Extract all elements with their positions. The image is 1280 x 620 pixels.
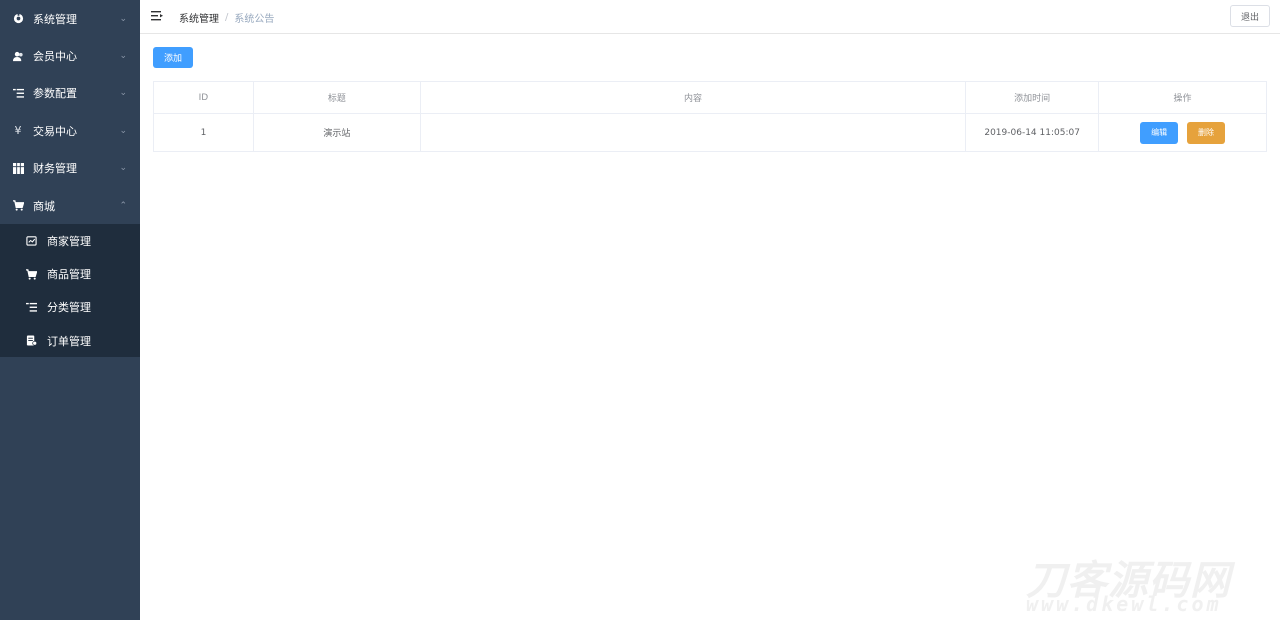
submenu-mall: 商家管理 商品管理 分类管理 订单管理 — [0, 224, 140, 358]
cell-actions: 编辑 删除 — [1098, 113, 1267, 152]
column-header-content: 内容 — [419, 81, 967, 114]
table-row: 1 演示站 2019-06-14 11:05:07 编辑 删除 — [153, 113, 1267, 152]
chevron-down-icon: ⌄ — [119, 51, 127, 62]
table-header-row: ID 标题 内容 添加时间 操作 — [153, 81, 1267, 114]
sidebar-item-label: 商品管理 — [47, 268, 91, 282]
cell-time: 2019-06-14 11:05:07 — [965, 113, 1100, 152]
chevron-down-icon: ⌄ — [119, 88, 127, 99]
cell-id: 1 — [153, 113, 254, 152]
sidebar: 系统管理 ⌄ 会员中心 ⌄ 参数配置 ⌄ ¥ 交易中心 ⌄ 财务管理 ⌄ 商城 … — [0, 0, 140, 620]
sidebar-item-products[interactable]: 商品管理 — [0, 258, 140, 291]
sidebar-item-trade[interactable]: ¥ 交易中心 ⌄ — [0, 112, 140, 149]
cell-content — [419, 113, 967, 152]
sidebar-item-params[interactable]: 参数配置 ⌄ — [0, 75, 140, 112]
shop-icon — [25, 235, 37, 247]
sidebar-item-label: 分类管理 — [47, 301, 91, 315]
cell-title: 演示站 — [252, 113, 421, 152]
column-header-actions: 操作 — [1098, 81, 1267, 114]
chevron-down-icon: ⌄ — [119, 13, 127, 24]
cart-icon — [25, 268, 37, 280]
yen-icon: ¥ — [14, 124, 22, 138]
menu-toggle-icon[interactable] — [151, 10, 163, 22]
announcement-table: ID 标题 内容 添加时间 操作 1 演示站 2019-06-14 11:05:… — [153, 81, 1267, 152]
sidebar-item-merchants[interactable]: 商家管理 — [0, 224, 140, 257]
sidebar-item-categories[interactable]: 分类管理 — [0, 291, 140, 324]
sidebar-item-mall[interactable]: 商城 ⌃ — [0, 187, 140, 224]
sidebar-item-system[interactable]: 系统管理 ⌄ — [0, 0, 140, 37]
chevron-up-icon: ⌃ — [119, 200, 127, 211]
gear-icon — [12, 13, 24, 25]
breadcrumb: 系统管理 / 系统公告 — [179, 10, 274, 25]
grid-icon — [12, 162, 24, 174]
breadcrumb-item-system[interactable]: 系统管理 — [179, 10, 219, 25]
sidebar-item-label: 商家管理 — [47, 234, 91, 248]
sidebar-item-label: 参数配置 — [33, 87, 77, 101]
chevron-down-icon: ⌄ — [119, 163, 127, 174]
column-header-time: 添加时间 — [965, 81, 1100, 114]
column-header-title: 标题 — [252, 81, 421, 114]
sidebar-item-label: 商城 — [33, 199, 55, 213]
sidebar-item-label: 会员中心 — [33, 50, 77, 64]
sidebar-item-members[interactable]: 会员中心 ⌄ — [0, 37, 140, 74]
sidebar-item-label: 财务管理 — [33, 162, 77, 176]
sidebar-item-finance[interactable]: 财务管理 ⌄ — [0, 150, 140, 187]
add-button[interactable]: 添加 — [153, 47, 193, 68]
sidebar-item-label: 系统管理 — [33, 12, 77, 26]
sidebar-item-orders[interactable]: 订单管理 — [0, 324, 140, 357]
top-navbar: 系统管理 / 系统公告 退出 — [140, 0, 1280, 34]
column-header-id: ID — [153, 81, 254, 114]
chevron-down-icon: ⌄ — [119, 125, 127, 136]
sidebar-item-label: 交易中心 — [33, 124, 77, 138]
watermark-url: www.dkewl.com — [1026, 592, 1222, 616]
breadcrumb-item-current: 系统公告 — [234, 14, 275, 25]
sidebar-item-label: 订单管理 — [47, 334, 91, 348]
list-icon — [12, 87, 24, 99]
breadcrumb-separator: / — [225, 12, 229, 23]
users-icon — [12, 50, 24, 62]
list-icon — [25, 301, 37, 313]
order-icon — [25, 335, 37, 347]
cart-icon — [12, 200, 24, 212]
edit-button[interactable]: 编辑 — [1140, 121, 1179, 144]
delete-button[interactable]: 删除 — [1186, 121, 1225, 144]
logout-button[interactable]: 退出 — [1230, 5, 1270, 27]
